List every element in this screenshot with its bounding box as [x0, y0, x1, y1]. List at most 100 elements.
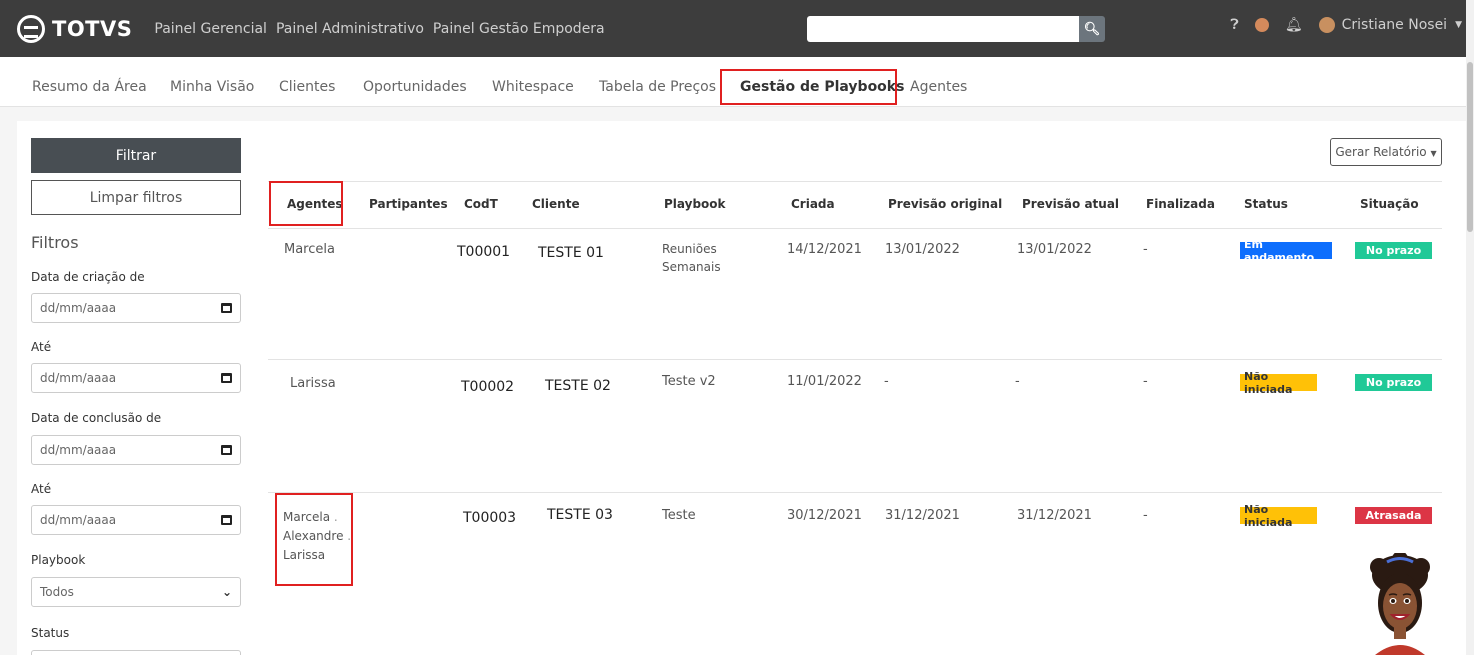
created-until-label: Até — [31, 340, 52, 354]
cell-previsao-original: 31/12/2021 — [885, 508, 960, 523]
chevron-down-icon: ⌄ — [221, 585, 232, 599]
cell-criada: 11/01/2022 — [787, 374, 862, 389]
caret-down-icon: ▼ — [1430, 149, 1437, 158]
generate-report-button[interactable]: Gerar Relatório ▼ — [1330, 138, 1442, 166]
calendar-icon[interactable] — [221, 303, 232, 313]
search-input[interactable] — [807, 16, 1079, 42]
table-header-border — [268, 228, 1442, 229]
avatar[interactable] — [1318, 17, 1335, 33]
totvs-logo-icon — [17, 14, 45, 43]
tab-oportunidades[interactable]: Oportunidades — [363, 79, 467, 95]
cell-previsao-atual: 31/12/2021 — [1017, 508, 1092, 523]
cell-playbook-line1: Reuniões — [662, 242, 717, 256]
top-nav: Painel Gerencial Painel Administrativo P… — [154, 21, 613, 37]
cell-previsao-original: 13/01/2022 — [885, 242, 960, 257]
bell-icon[interactable]: 🔔︎ — [1285, 17, 1303, 33]
playbook-select-value: Todos — [40, 585, 74, 599]
virtual-assistant-avatar[interactable] — [1365, 553, 1435, 655]
nav-painel-gestao-empodera[interactable]: Painel Gestão Empodera — [433, 21, 605, 37]
status-badge: Não iniciada — [1240, 370, 1317, 396]
column-header-previsao-atual[interactable]: Previsão atual — [1022, 197, 1119, 211]
filters-sidebar: Filtrar Limpar filtros Filtros Data de c… — [17, 121, 257, 655]
calendar-icon[interactable] — [221, 373, 232, 383]
created-from-field[interactable]: dd/mm/aaaa — [31, 293, 241, 323]
search-button[interactable]: 🔍︎ — [1079, 16, 1105, 42]
row-divider — [268, 359, 1442, 360]
cell-codt[interactable]: T00001 — [457, 244, 510, 260]
cell-previsao-original: - — [884, 374, 889, 389]
playbook-select[interactable]: Todos ⌄ — [31, 577, 241, 607]
calendar-icon[interactable] — [221, 445, 232, 455]
table-top-border — [268, 181, 1442, 182]
calendar-icon[interactable] — [221, 515, 232, 525]
clear-filters-button[interactable]: Limpar filtros — [31, 180, 241, 215]
scrollbar-thumb[interactable] — [1467, 62, 1473, 232]
filter-button[interactable]: Filtrar — [31, 138, 241, 173]
column-header-playbook[interactable]: Playbook — [664, 197, 726, 211]
cell-finalizada: - — [1143, 508, 1148, 523]
date-placeholder: dd/mm/aaaa — [40, 301, 117, 315]
tab-whitespace[interactable]: Whitespace — [492, 79, 574, 95]
column-header-previsao-original[interactable]: Previsão original — [888, 197, 1002, 211]
tab-agentes[interactable]: Agentes — [910, 79, 967, 95]
nav-painel-gerencial[interactable]: Painel Gerencial — [154, 21, 267, 37]
date-placeholder: dd/mm/aaaa — [40, 371, 117, 385]
agentes-cell-highlight — [275, 493, 353, 586]
user-area: ❓︎ 🔔︎ Cristiane Nosei ▼ — [1230, 17, 1462, 33]
situation-badge: No prazo — [1355, 374, 1432, 391]
brand-name: TOTVS — [52, 16, 133, 41]
cell-cliente: TESTE 02 — [545, 378, 611, 394]
cell-criada: 14/12/2021 — [787, 242, 862, 257]
nav-painel-administrativo[interactable]: Painel Administrativo — [276, 21, 424, 37]
cell-previsao-atual: 13/01/2022 — [1017, 242, 1092, 257]
agentes-header-highlight — [269, 181, 343, 226]
help-icon[interactable]: ❓︎ — [1230, 17, 1238, 33]
cell-playbook: Teste — [662, 508, 696, 523]
completed-from-field[interactable]: dd/mm/aaaa — [31, 435, 241, 465]
created-until-field[interactable]: dd/mm/aaaa — [31, 363, 241, 393]
cell-codt[interactable]: T00003 — [463, 510, 516, 526]
row-divider — [268, 492, 1442, 493]
tab-minha-visao[interactable]: Minha Visão — [170, 79, 254, 95]
cell-finalizada: - — [1143, 242, 1148, 257]
status-badge: Não iniciada — [1240, 503, 1317, 529]
column-header-situacao[interactable]: Situação — [1360, 197, 1419, 211]
column-header-finalizada[interactable]: Finalizada — [1146, 197, 1215, 211]
column-header-partipantes[interactable]: Partipantes — [369, 197, 448, 211]
status-badge: Em andamento — [1240, 238, 1332, 264]
situation-badge: No prazo — [1355, 242, 1432, 259]
completed-until-field[interactable]: dd/mm/aaaa — [31, 505, 241, 535]
search-bar: 🔍︎ — [807, 16, 1105, 42]
cell-finalizada: - — [1143, 374, 1148, 389]
cell-previsao-atual: - — [1015, 374, 1020, 389]
cell-cliente: TESTE 01 — [538, 245, 604, 261]
chevron-down-icon[interactable]: ▼ — [1455, 20, 1462, 30]
tab-clientes[interactable]: Clientes — [279, 79, 335, 95]
search-icon: 🔍︎ — [1083, 21, 1101, 36]
created-from-label: Data de criação de — [31, 270, 145, 284]
cell-agentes: Larissa — [290, 376, 336, 391]
filters-title: Filtros — [31, 233, 79, 252]
status-select[interactable] — [31, 650, 241, 655]
tab-resumo-da-area[interactable]: Resumo da Área — [32, 79, 147, 95]
column-header-status[interactable]: Status — [1244, 197, 1288, 211]
status-label: Status — [31, 626, 70, 640]
column-header-codt[interactable]: CodT — [464, 197, 498, 211]
cell-playbook: Teste v2 — [662, 374, 716, 389]
completed-until-label: Até — [31, 482, 52, 496]
tab-tabela-de-precos[interactable]: Tabela de Preços — [599, 79, 716, 95]
playbook-label: Playbook — [31, 553, 86, 567]
date-placeholder: dd/mm/aaaa — [40, 443, 117, 457]
cell-cliente: TESTE 03 — [547, 507, 613, 523]
user-name[interactable]: Cristiane Nosei — [1342, 17, 1447, 33]
active-tab-highlight — [720, 69, 897, 105]
cell-codt[interactable]: T00002 — [461, 379, 514, 395]
completed-from-label: Data de conclusão de — [31, 411, 162, 425]
assistant-mini-icon[interactable] — [1254, 18, 1269, 32]
totvs-logo[interactable]: TOTVS — [17, 14, 133, 43]
column-header-criada[interactable]: Criada — [791, 197, 835, 211]
generate-report-label: Gerar Relatório — [1335, 145, 1427, 159]
situation-badge: Atrasada — [1355, 507, 1432, 524]
date-placeholder: dd/mm/aaaa — [40, 513, 117, 527]
column-header-cliente[interactable]: Cliente — [532, 197, 580, 211]
